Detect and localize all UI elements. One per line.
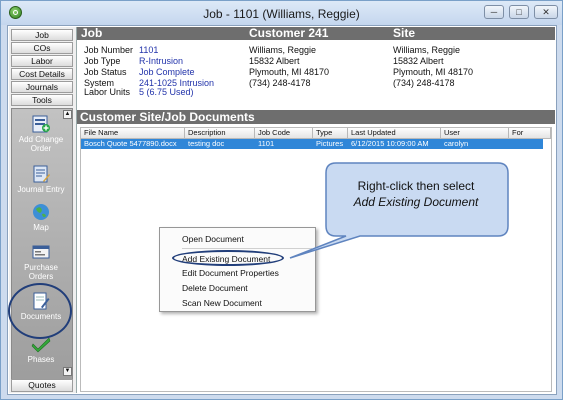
callout-line2: Add Existing Document bbox=[326, 194, 506, 210]
callout-text: Right-click then select Add Existing Doc… bbox=[326, 178, 506, 210]
callout-line2-text: Add Existing Document bbox=[353, 195, 479, 209]
callout-line1: Right-click then select bbox=[357, 179, 475, 193]
